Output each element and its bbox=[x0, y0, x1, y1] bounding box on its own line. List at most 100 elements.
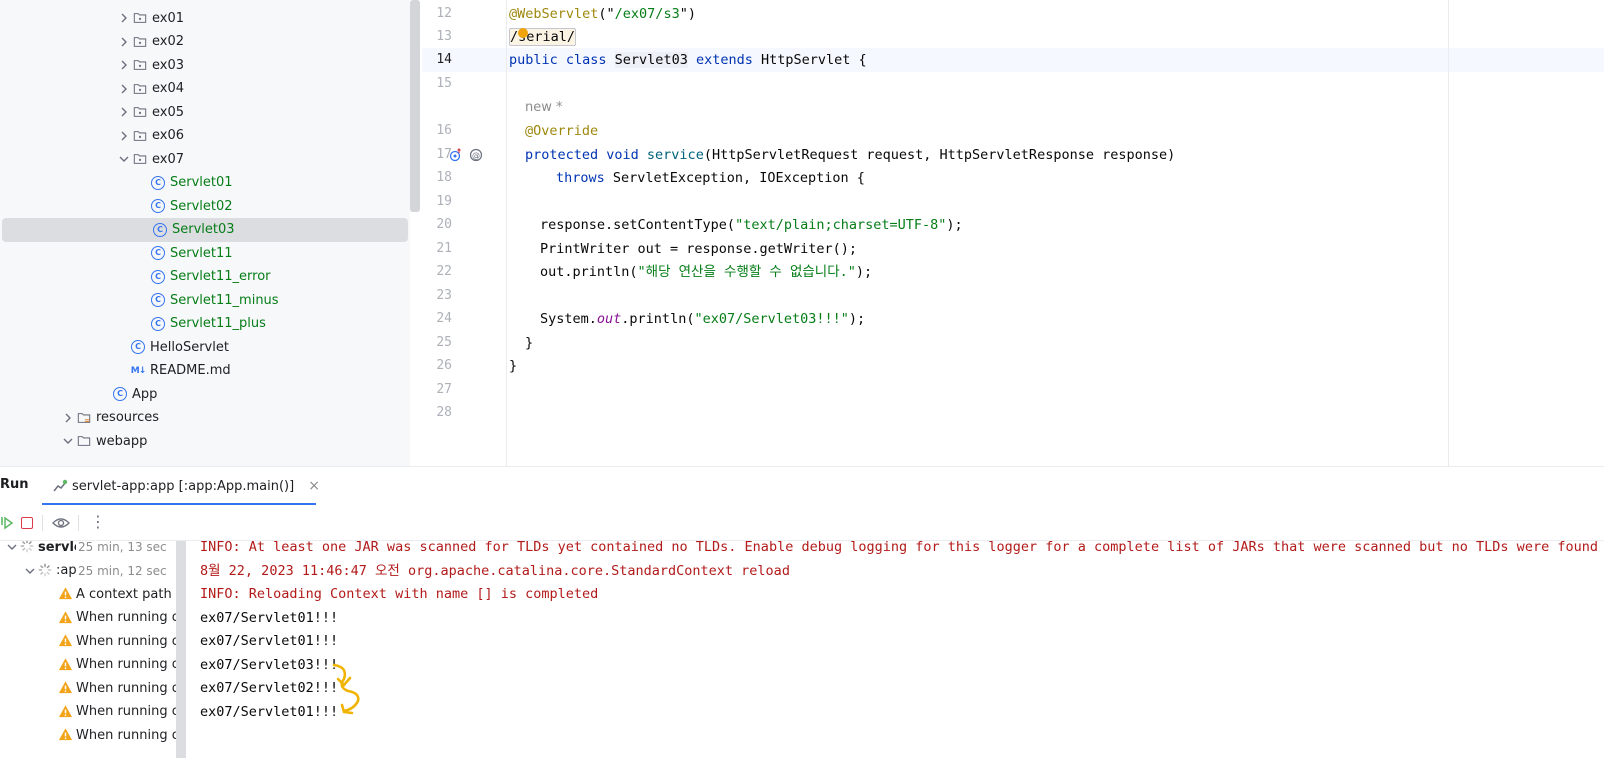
package-icon bbox=[132, 57, 148, 73]
console-line: ex07/Servlet01!!! bbox=[200, 703, 339, 720]
annotation-gutter-icon[interactable]: @ bbox=[469, 148, 483, 162]
code-line[interactable]: 18 throws ServletException, IOException { bbox=[422, 166, 1604, 190]
console-line: ex07/Servlet03!!! bbox=[200, 656, 339, 673]
chevron-down-icon[interactable] bbox=[22, 563, 38, 579]
project-tree-scrollbar[interactable] bbox=[410, 0, 420, 212]
chevron-right-icon[interactable] bbox=[116, 10, 132, 26]
chevron-right-icon[interactable] bbox=[116, 57, 132, 73]
chevron-down-icon[interactable] bbox=[116, 151, 132, 167]
run-tree-item[interactable]: When running on bbox=[58, 653, 186, 677]
package-icon bbox=[132, 104, 148, 120]
chevron-right-icon[interactable] bbox=[116, 34, 132, 50]
tree-item-servlet02[interactable]: C Servlet02 bbox=[0, 194, 408, 218]
run-tree-scrollbar[interactable] bbox=[176, 541, 186, 758]
code-line[interactable]: 28 bbox=[422, 401, 1604, 425]
line-number: 13 bbox=[436, 29, 452, 44]
code-token: System. bbox=[540, 311, 597, 327]
run-tree-item[interactable]: A context path m bbox=[58, 582, 186, 606]
class-icon: C bbox=[150, 198, 166, 214]
active-tab-underline bbox=[42, 503, 316, 505]
tree-item-ex03[interactable]: ex03 bbox=[0, 53, 408, 77]
code-line[interactable]: 24 System.out.println("ex07/Servlet03!!!"… bbox=[422, 307, 1604, 331]
code-editor[interactable]: 28 27 26} 25} 24 System.out.println("ex07/Ser… bbox=[422, 0, 1604, 466]
code-line[interactable]: 23 bbox=[422, 284, 1604, 308]
tree-item-helloservlet[interactable]: C HelloServlet bbox=[0, 335, 408, 359]
tree-item-label: ex02 bbox=[152, 34, 185, 49]
chevron-down-icon[interactable] bbox=[60, 433, 76, 449]
stop-icon[interactable] bbox=[21, 517, 33, 529]
run-tree-item[interactable]: :ap 25 min, 12 sec bbox=[22, 559, 167, 583]
class-icon: C bbox=[150, 175, 166, 191]
console-line: ex07/Servlet01!!! bbox=[200, 609, 339, 626]
tree-item-ex01[interactable]: ex01 bbox=[0, 6, 408, 30]
tree-item-ex02[interactable]: ex02 bbox=[0, 30, 408, 54]
code-line[interactable]: 26} bbox=[422, 354, 1604, 378]
tree-item-label: Servlet11_minus bbox=[170, 292, 279, 308]
code-line[interactable]: 15 bbox=[422, 72, 1604, 96]
code-line[interactable]: 25} bbox=[422, 331, 1604, 355]
code-line[interactable]: 21 PrintWriter out = response.getWriter()… bbox=[422, 237, 1604, 261]
line-number: 16 bbox=[436, 123, 452, 138]
tree-item-ex05[interactable]: ex05 bbox=[0, 100, 408, 124]
tree-item-label: Servlet11 bbox=[170, 245, 233, 261]
tree-item-ex07[interactable]: ex07 bbox=[0, 147, 408, 171]
run-panel-header: Run servlet-app:app [:app:App.main()] × bbox=[0, 467, 1604, 505]
line-number: 18 bbox=[436, 170, 452, 185]
code-line[interactable]: 27 bbox=[422, 378, 1604, 402]
code-text: PrintWriter out = response.getWriter(); bbox=[540, 237, 857, 261]
code-token: protected void bbox=[525, 147, 647, 163]
chevron-right-icon[interactable] bbox=[116, 128, 132, 144]
overrides-method-icon[interactable] bbox=[449, 148, 463, 162]
code-line[interactable]: 14 public class Servlet03 extends HttpSer… bbox=[422, 48, 1604, 72]
close-tab-icon[interactable]: × bbox=[308, 478, 320, 494]
code-line[interactable]: 16 @Override bbox=[422, 119, 1604, 143]
run-tree-item[interactable]: When running on bbox=[58, 606, 186, 630]
tree-item-servlet11-minus[interactable]: C Servlet11_minus bbox=[0, 288, 408, 312]
code-line[interactable]: 19 bbox=[422, 190, 1604, 214]
intention-bulb-icon[interactable] bbox=[518, 28, 528, 38]
console-output[interactable]: ex07/Servlet01!!! ex07/Servlet02!!! ex07/S… bbox=[186, 541, 1604, 758]
eye-icon[interactable] bbox=[52, 516, 70, 530]
rerun-icon[interactable] bbox=[0, 515, 14, 531]
class-icon: C bbox=[112, 386, 128, 402]
tree-item-ex06[interactable]: ex06 bbox=[0, 124, 408, 148]
chevron-right-icon[interactable] bbox=[60, 410, 76, 426]
chevron-right-icon[interactable] bbox=[116, 104, 132, 120]
code-line[interactable]: 13/serial/ bbox=[422, 25, 1604, 49]
run-tree-item[interactable]: When running on bbox=[58, 723, 186, 747]
more-options-icon[interactable]: ⋮ bbox=[90, 513, 106, 531]
line-number: 27 bbox=[436, 382, 452, 397]
line-number: 17 bbox=[436, 147, 452, 162]
tree-item-resources[interactable]: resources bbox=[0, 406, 408, 430]
tree-item-label: Servlet01 bbox=[170, 175, 233, 190]
run-tree-item[interactable]: servle 25 min, 13 sec bbox=[4, 541, 167, 559]
tree-item-webapp[interactable]: webapp bbox=[0, 429, 408, 453]
line-number: 21 bbox=[436, 241, 452, 256]
code-text: } bbox=[509, 354, 517, 378]
tree-item-readme-md[interactable]: M↓ README.md bbox=[0, 359, 408, 383]
tree-item-app[interactable]: C App bbox=[0, 382, 408, 406]
tree-item-servlet01[interactable]: C Servlet01 bbox=[0, 171, 408, 195]
code-line[interactable]: 17 @ protected void service(HttpServletReq… bbox=[422, 143, 1604, 167]
code-text: @WebServlet("/ex07/s3") bbox=[509, 2, 696, 26]
tab-run-configuration[interactable]: servlet-app:app [:app:App.main()] × bbox=[52, 467, 320, 505]
tree-item-servlet11-plus[interactable]: C Servlet11_plus bbox=[0, 312, 408, 336]
elapsed-time: 25 min, 12 sec bbox=[76, 563, 167, 578]
tree-item-ex04[interactable]: ex04 bbox=[0, 77, 408, 101]
line-number: 26 bbox=[436, 358, 452, 373]
tree-item-servlet03[interactable]: C Servlet03 bbox=[2, 217, 408, 242]
code-text: public class Servlet03 extends HttpServl… bbox=[509, 48, 867, 72]
chevron-down-icon[interactable] bbox=[4, 541, 20, 555]
run-tree-item[interactable]: When running on bbox=[58, 676, 186, 700]
line-number: 23 bbox=[436, 288, 452, 303]
run-tree-item[interactable]: When running on bbox=[58, 700, 186, 724]
code-line[interactable]: 20 response.setContentType("text/plain;ch… bbox=[422, 213, 1604, 237]
code-token: /ex07/s3 bbox=[614, 6, 680, 22]
run-tree-item[interactable]: When running on bbox=[58, 629, 186, 653]
code-line[interactable]: 22 out.println("해당 연산을 수행할 수 없습니다."); bbox=[422, 260, 1604, 284]
code-token: ") bbox=[679, 6, 696, 22]
tree-item-servlet11-error[interactable]: C Servlet11_error bbox=[0, 265, 408, 289]
chevron-right-icon[interactable] bbox=[116, 81, 132, 97]
tree-item-servlet11[interactable]: C Servlet11 bbox=[0, 241, 408, 265]
code-line[interactable]: 12 @WebServlet("/ex07/s3") bbox=[422, 2, 1604, 26]
